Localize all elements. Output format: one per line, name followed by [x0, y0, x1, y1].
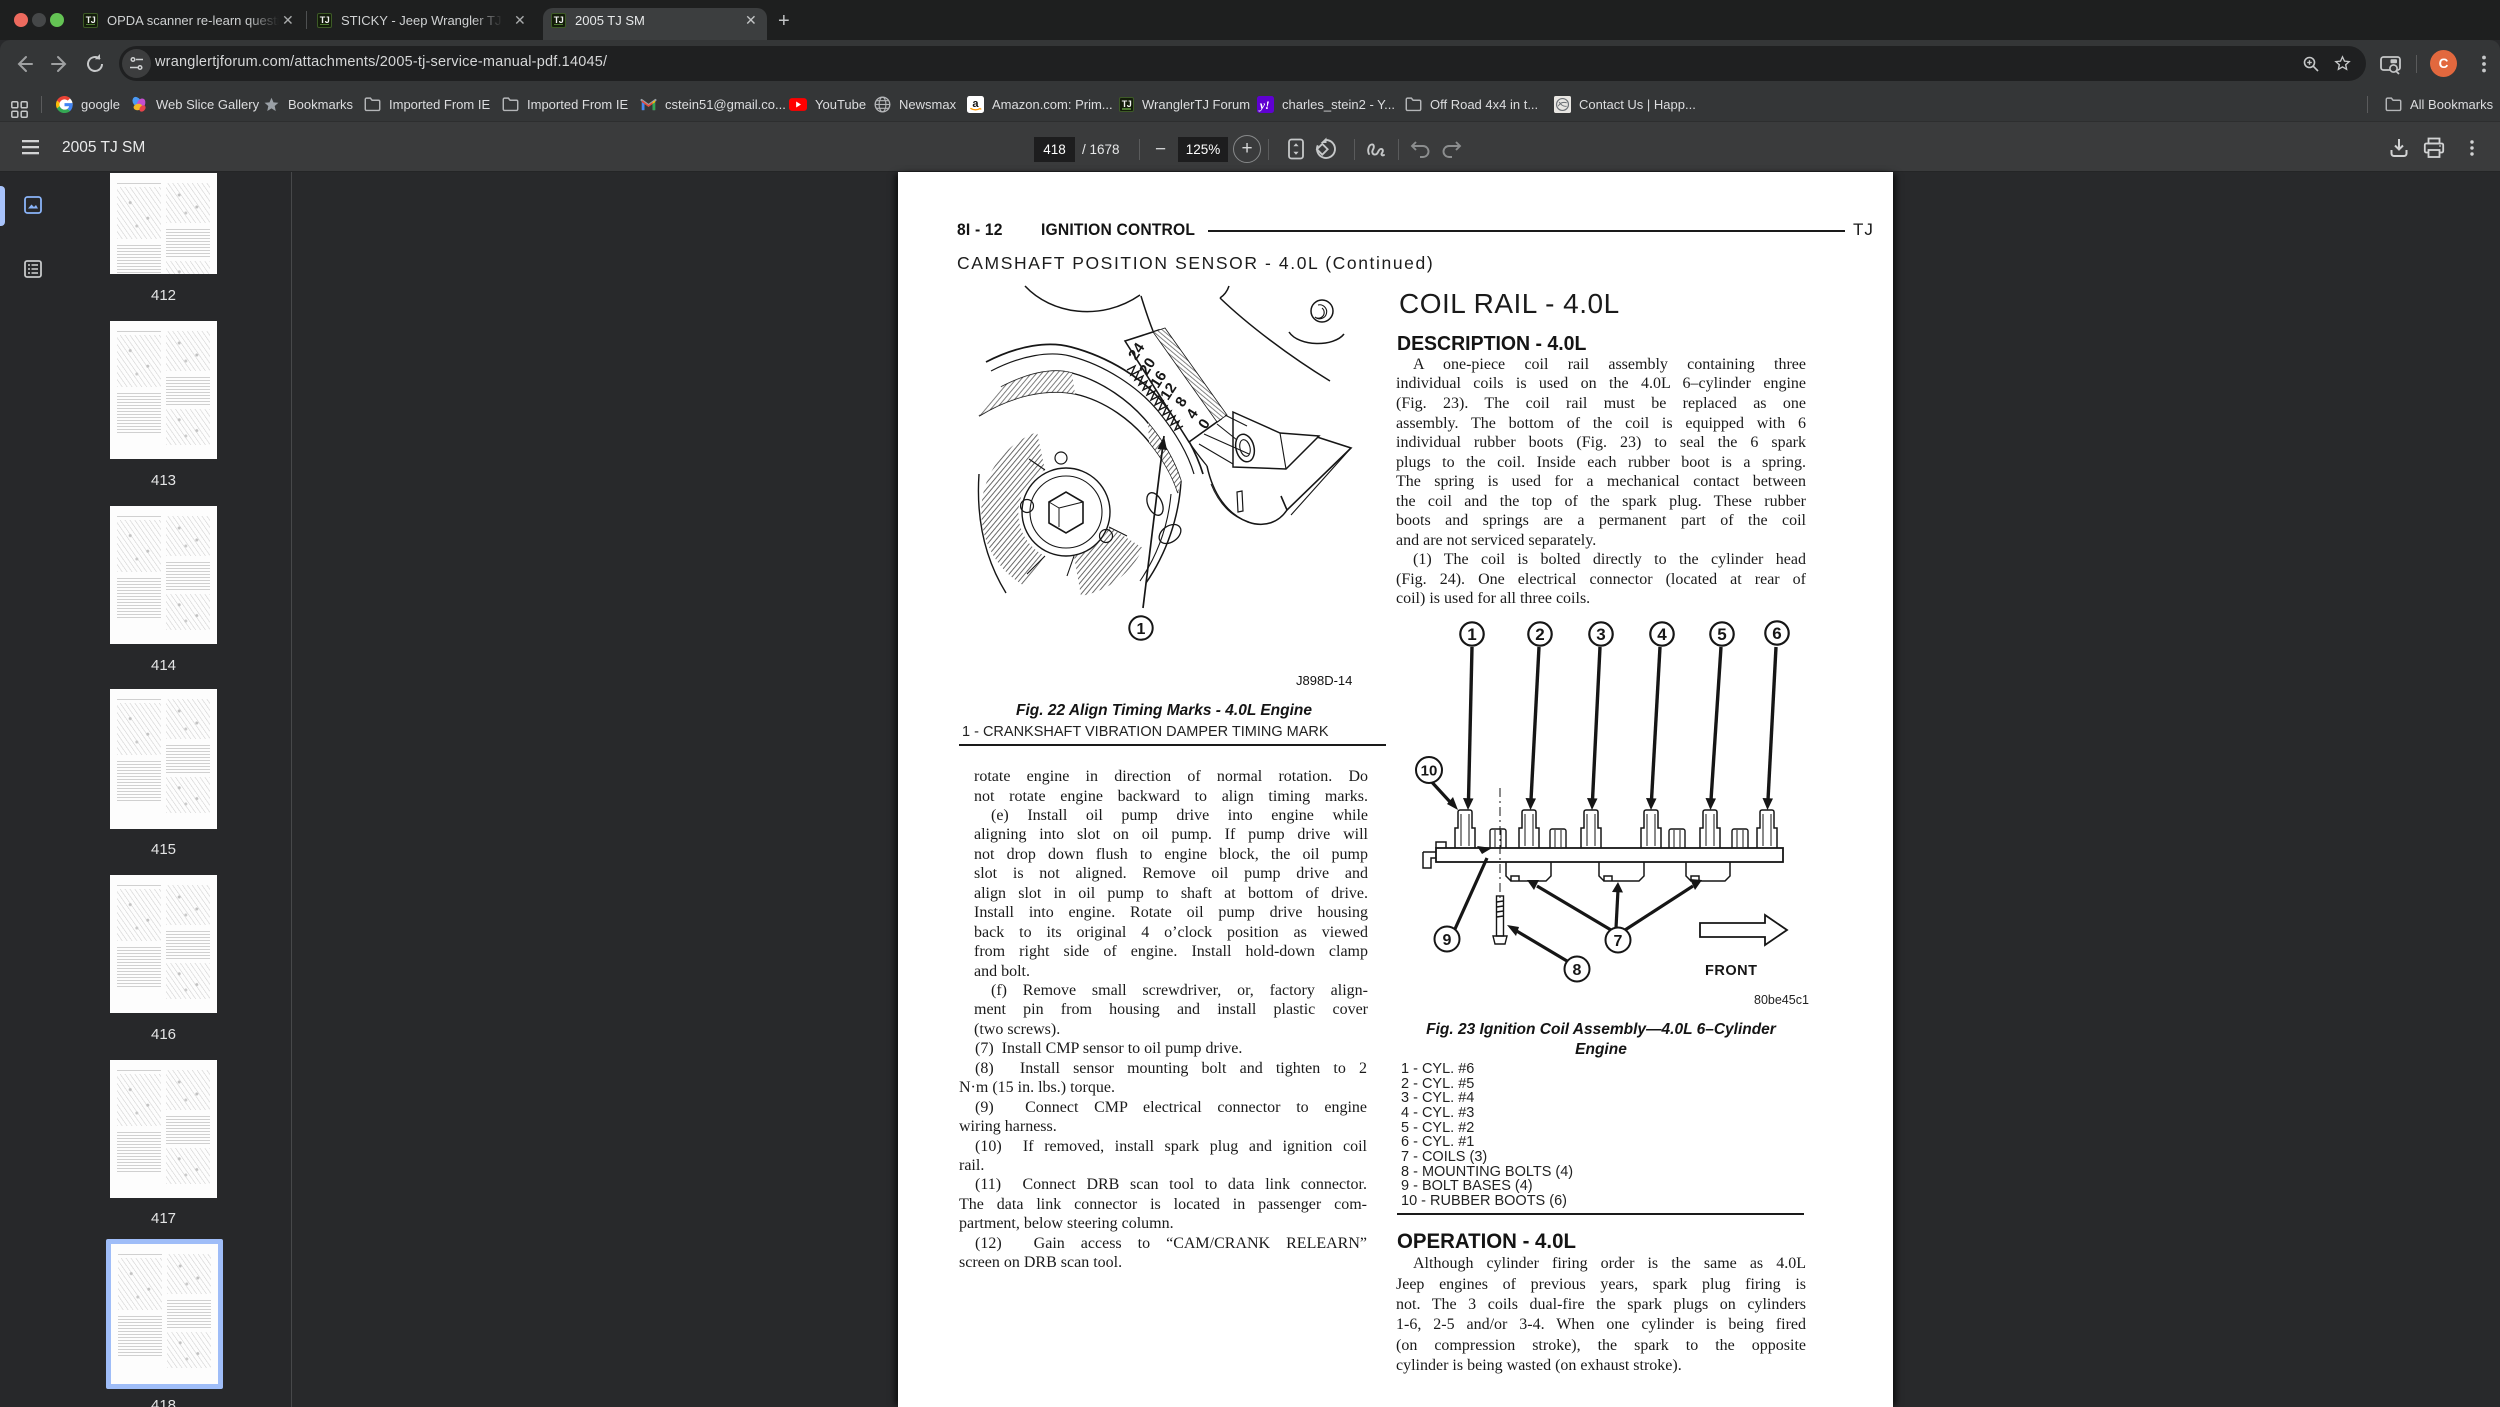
- svg-text:80be45c1: 80be45c1: [1754, 993, 1809, 1007]
- svg-text:4: 4: [1657, 625, 1667, 644]
- svg-text:6: 6: [1772, 624, 1781, 643]
- svg-text:9: 9: [1443, 932, 1452, 949]
- svg-text:7: 7: [1614, 933, 1623, 950]
- svg-text:FRONT: FRONT: [1705, 963, 1757, 979]
- svg-text:1: 1: [1467, 625, 1476, 644]
- svg-text:1: 1: [1137, 621, 1146, 638]
- svg-text:a: a: [972, 98, 979, 110]
- svg-text:5: 5: [1717, 625, 1726, 644]
- svg-text:y!: y!: [1258, 98, 1270, 112]
- svg-text:2: 2: [1535, 625, 1544, 644]
- svg-text:10: 10: [1421, 763, 1438, 780]
- svg-text:3: 3: [1596, 625, 1605, 644]
- svg-text:8: 8: [1573, 962, 1582, 979]
